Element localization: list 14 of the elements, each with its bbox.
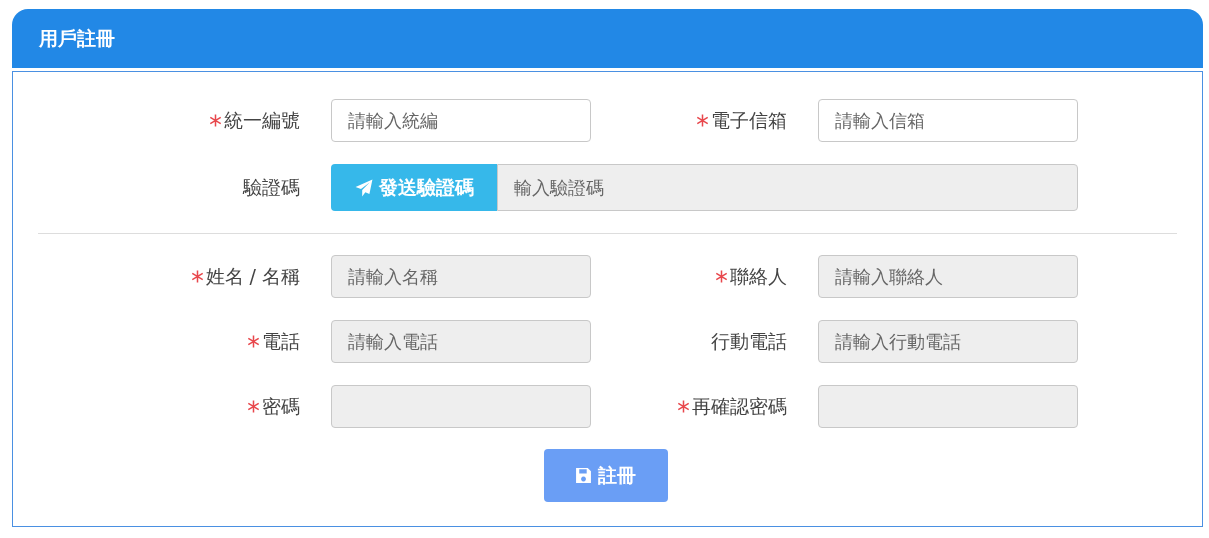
input-field[interactable]: 請輸入信箱 [818, 99, 1078, 142]
field-label: 驗證碼 [241, 174, 300, 200]
field-label: 姓名 / 名稱 [13, 263, 300, 290]
input-field[interactable]: 請輸入統編 [331, 99, 591, 142]
field-label: 統一編號 [13, 107, 300, 134]
save-icon [575, 467, 592, 484]
panel-title: 用戶註冊 [39, 25, 115, 51]
paper-plane-icon [354, 178, 373, 197]
field-label: 行動電話 [710, 328, 787, 354]
field-label: 電子信箱 [622, 107, 787, 134]
field-label: 聯絡人 [622, 263, 787, 290]
field-label: 再確認密碼 [622, 393, 787, 420]
field-label: 密碼 [13, 393, 300, 420]
field-label: 電話 [13, 328, 300, 355]
